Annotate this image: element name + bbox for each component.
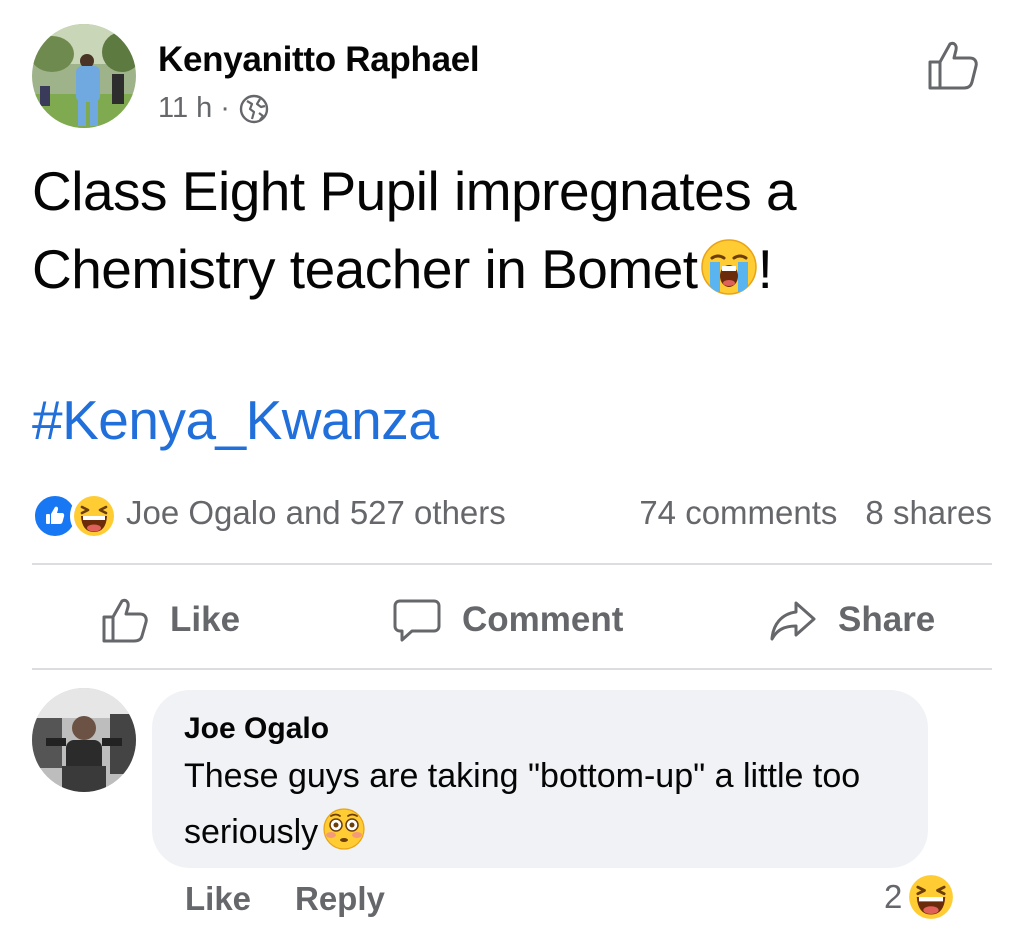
shares-count[interactable]: 8 shares bbox=[865, 494, 992, 532]
share-button-label: Share bbox=[838, 600, 936, 639]
comment-reaction-number: 2 bbox=[884, 878, 903, 915]
reactors-text[interactable]: Joe Ogalo and 527 others bbox=[126, 494, 639, 532]
comment-reaction-count[interactable]: 2 bbox=[884, 874, 954, 920]
thumbs-up-outline-icon[interactable] bbox=[924, 36, 982, 94]
author-avatar[interactable] bbox=[32, 24, 136, 128]
comments-count[interactable]: 74 comments bbox=[639, 494, 837, 532]
comment-bubble-icon bbox=[393, 599, 441, 642]
loudly-crying-face-icon bbox=[700, 238, 758, 296]
share-arrow-icon bbox=[770, 601, 816, 641]
globe-icon[interactable] bbox=[238, 93, 270, 125]
commenter-avatar[interactable] bbox=[32, 688, 136, 792]
haha-reaction-icon bbox=[70, 492, 118, 540]
author-name[interactable]: Kenyanitto Raphael bbox=[158, 40, 480, 80]
comment-reply-button[interactable]: Reply bbox=[295, 880, 385, 918]
comment-body: These guys are taking "bottom-up" a litt… bbox=[184, 757, 861, 851]
comment-bubble: Joe Ogalo These guys are taking "bottom-… bbox=[152, 690, 928, 868]
reactions-summary: Joe Ogalo and 527 others 74 comments 8 s… bbox=[32, 490, 992, 540]
post-text-line1: Class Eight Pupil impregnates a bbox=[32, 160, 797, 222]
post-text: Class Eight Pupil impregnates a Chemistr… bbox=[32, 152, 972, 308]
comment-button[interactable]: Comment bbox=[392, 592, 623, 648]
divider bbox=[32, 668, 992, 670]
facebook-post: Kenyanitto Raphael 11 h · Class Eight Pu… bbox=[0, 0, 1024, 936]
thumbs-up-icon bbox=[102, 598, 148, 643]
comment-like-button[interactable]: Like bbox=[185, 880, 251, 918]
meta-separator: · bbox=[220, 92, 230, 124]
commenter-name[interactable]: Joe Ogalo bbox=[184, 712, 329, 746]
share-button[interactable]: Share bbox=[768, 592, 935, 648]
hashtag-link[interactable]: #Kenya_Kwanza bbox=[32, 388, 439, 452]
post-meta: 11 h · bbox=[158, 92, 270, 125]
like-button-label: Like bbox=[170, 600, 241, 639]
comment-button-label: Comment bbox=[462, 600, 624, 639]
post-text-exclamation: ! bbox=[757, 238, 773, 300]
divider bbox=[32, 563, 992, 565]
comment-text: These guys are taking "bottom-up" a litt… bbox=[184, 748, 914, 860]
haha-reaction-icon bbox=[909, 875, 954, 919]
post-text-line2: Chemistry teacher in Bomet bbox=[32, 238, 698, 300]
reaction-icons[interactable] bbox=[32, 490, 118, 540]
flushed-face-icon bbox=[322, 807, 366, 851]
like-button[interactable]: Like bbox=[100, 592, 240, 648]
post-time[interactable]: 11 h bbox=[158, 92, 212, 125]
